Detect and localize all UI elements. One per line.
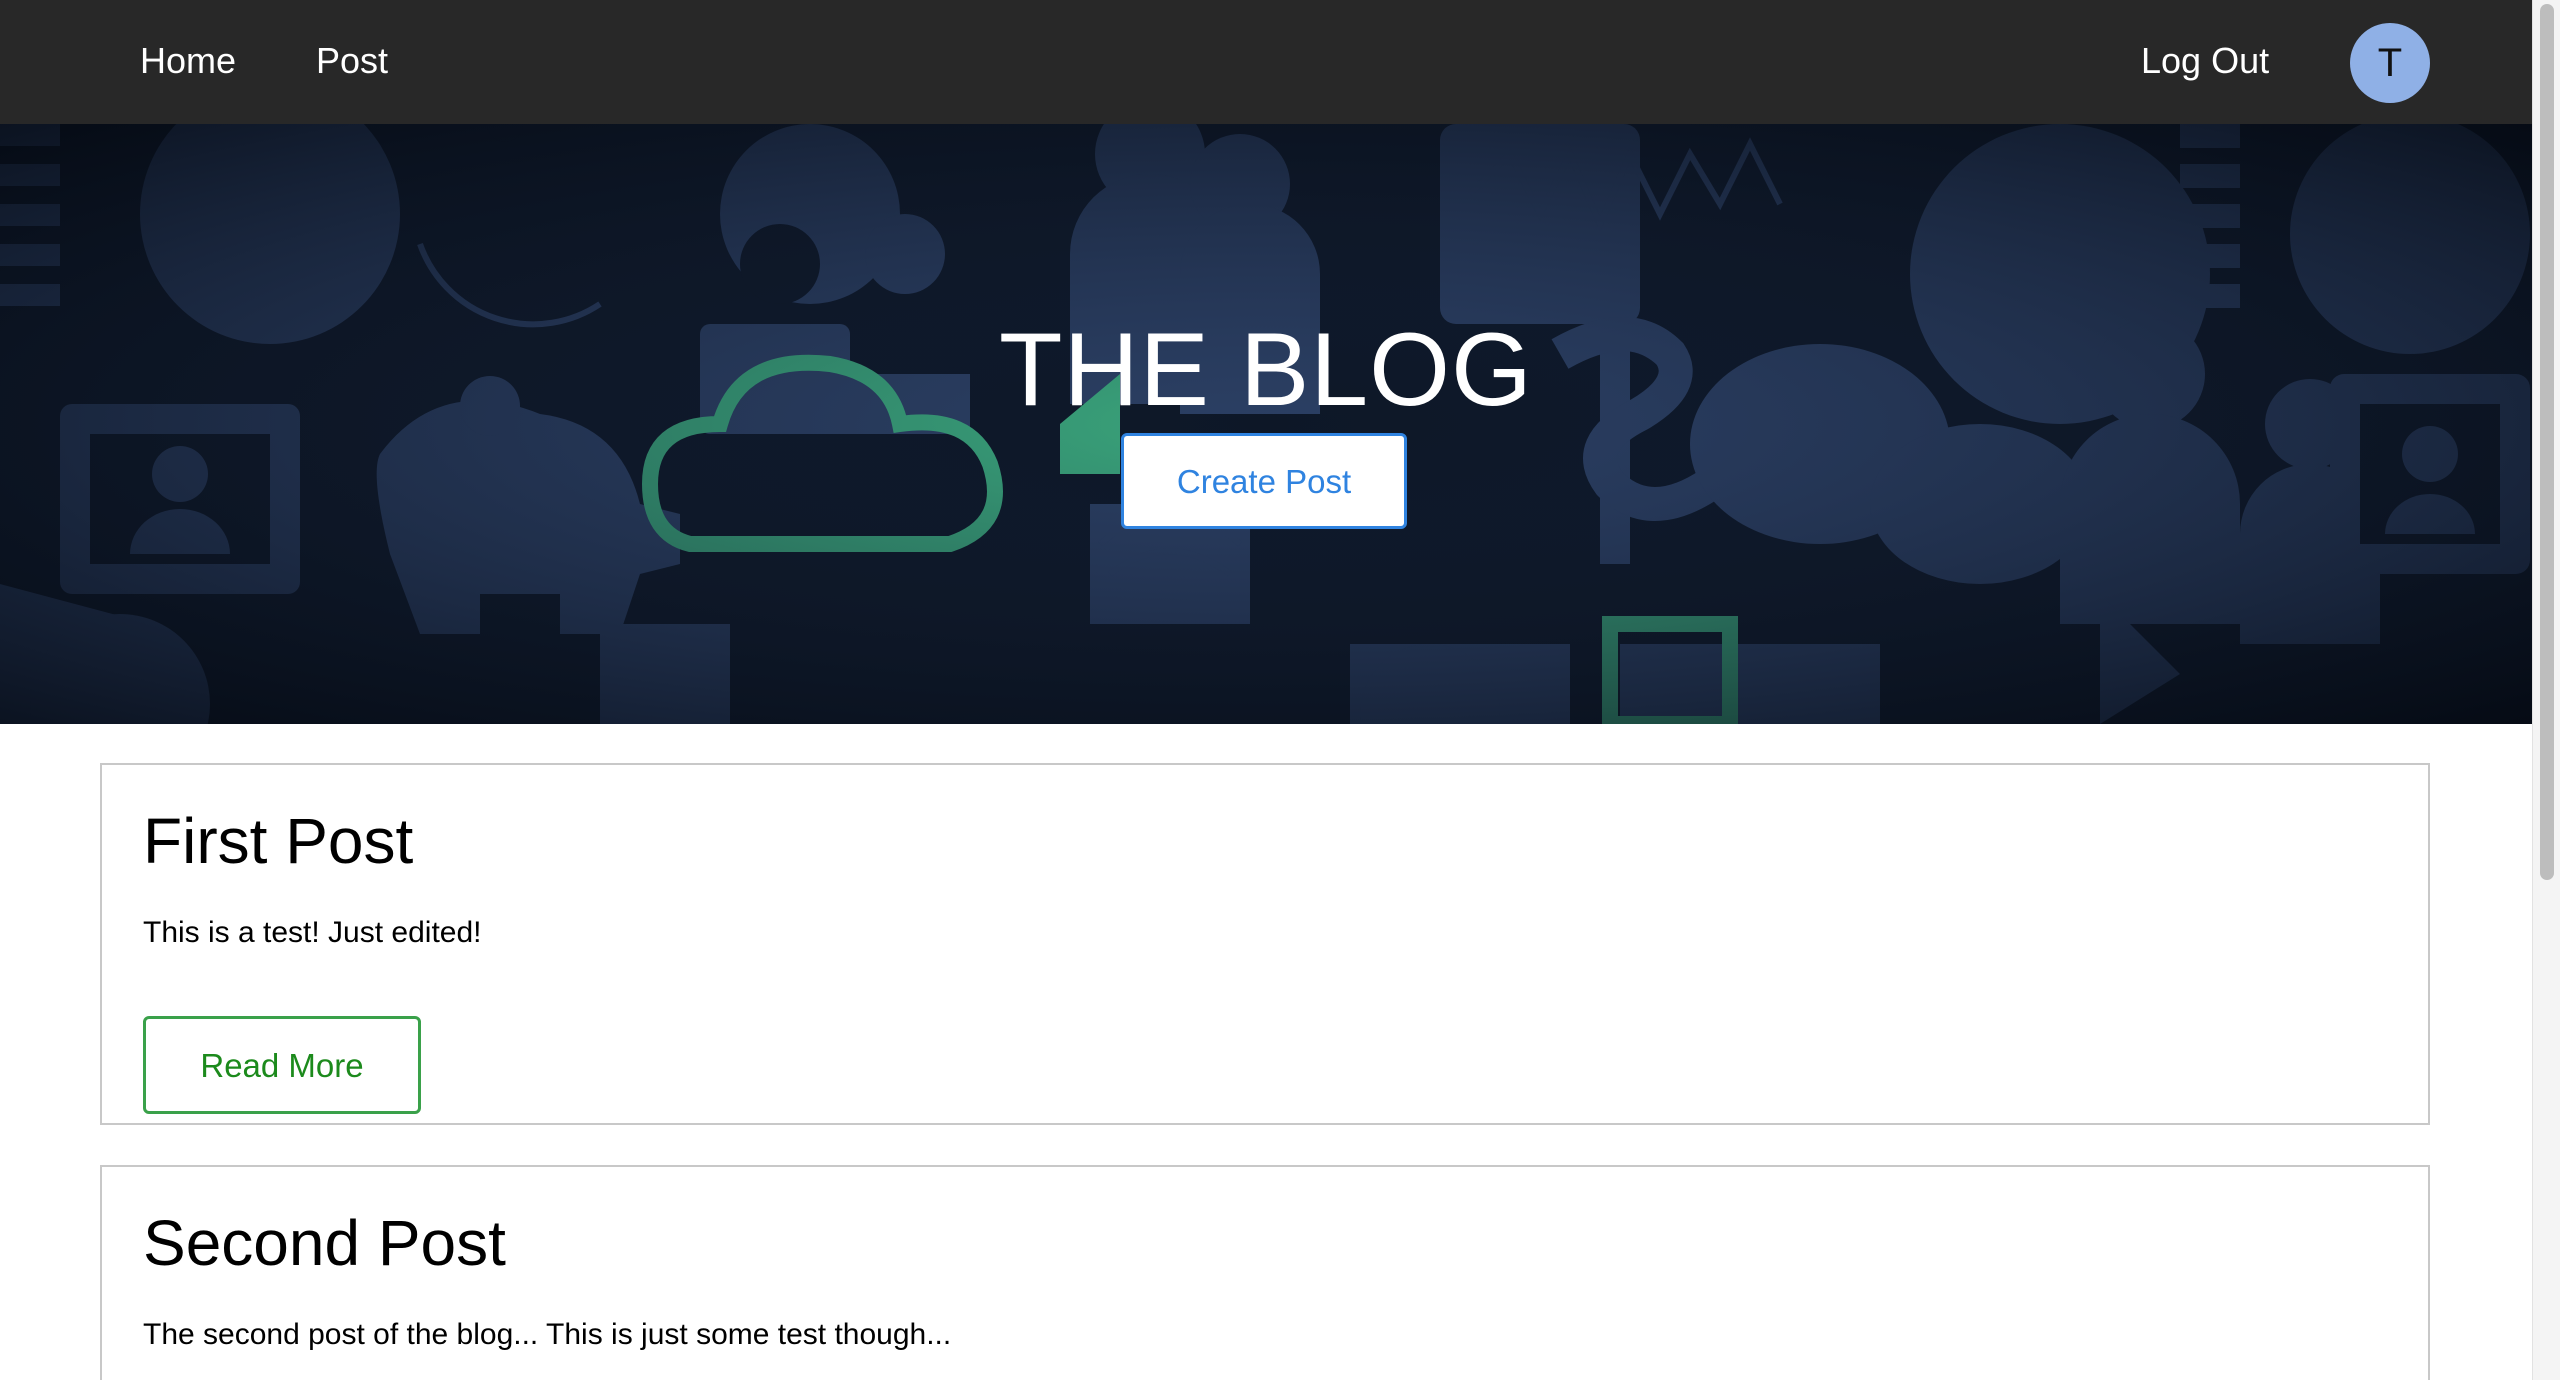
blog-page: Home Post Log Out T THE BLOG Create Post… [0, 0, 2532, 1380]
post-excerpt: This is a test! Just edited! [143, 916, 482, 949]
nav-post-link[interactable]: Post [316, 36, 388, 86]
post-card: First Post This is a test! Just edited! … [100, 763, 2430, 1125]
vertical-scrollbar[interactable] [2532, 0, 2560, 1380]
post-excerpt: The second post of the blog... This is j… [143, 1318, 952, 1351]
scrollbar-thumb[interactable] [2540, 4, 2554, 880]
read-more-button[interactable]: Read More [143, 1016, 421, 1114]
top-navbar: Home Post Log Out T [0, 0, 2532, 124]
hero-title: THE BLOG [999, 312, 1533, 428]
hero-banner: THE BLOG Create Post [0, 124, 2532, 724]
post-card: Second Post The second post of the blog.… [100, 1165, 2430, 1380]
nav-home-link[interactable]: Home [140, 36, 236, 86]
browser-viewport: Home Post Log Out T THE BLOG Create Post… [0, 0, 2560, 1380]
post-title: Second Post [143, 1207, 506, 1279]
user-avatar[interactable]: T [2350, 23, 2430, 103]
create-post-button[interactable]: Create Post [1121, 433, 1407, 529]
post-title: First Post [143, 805, 414, 877]
logout-link[interactable]: Log Out [2141, 36, 2269, 86]
